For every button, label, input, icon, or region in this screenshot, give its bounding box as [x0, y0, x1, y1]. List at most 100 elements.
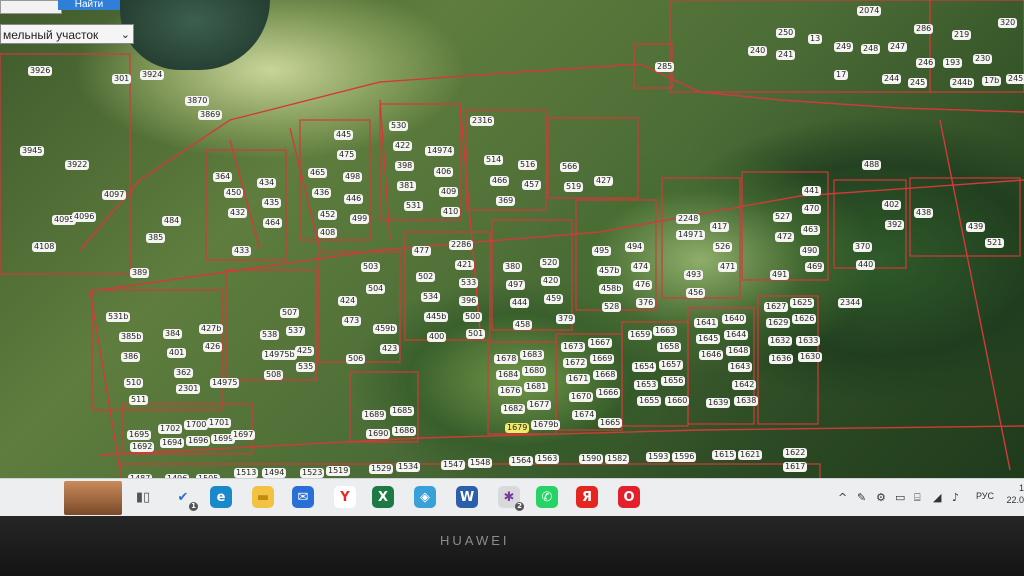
plot-number-label[interactable]: 406 [434, 167, 454, 177]
plot-number-label[interactable]: 1695 [127, 430, 152, 440]
plot-number-label[interactable]: 1672 [563, 358, 588, 368]
plot-number-label[interactable]: 1617 [783, 462, 808, 472]
plot-number-label[interactable]: 538 [260, 330, 280, 340]
plot-number-label[interactable]: 385b [119, 332, 144, 342]
plot-number-label[interactable]: 380 [503, 262, 523, 272]
plot-number-label[interactable]: 528 [602, 302, 622, 312]
edge-icon[interactable]: e [210, 486, 232, 508]
plot-number-label[interactable]: 1668 [593, 370, 618, 380]
plot-number-label[interactable]: 1665 [598, 418, 623, 428]
plot-number-label[interactable]: 1548 [468, 458, 493, 468]
plot-number-label[interactable]: 1685 [390, 406, 415, 416]
plot-number-label[interactable]: 438 [914, 208, 934, 218]
plot-number-label[interactable]: 500 [463, 312, 483, 322]
plot-number-label[interactable]: 1683 [520, 350, 545, 360]
plot-number-label[interactable]: 527 [773, 212, 793, 222]
plot-number-label[interactable]: 1564 [509, 456, 534, 466]
plot-number-label[interactable]: 1646 [699, 350, 724, 360]
tray-icon[interactable]: ✎ [857, 491, 866, 504]
plot-number-label[interactable]: 1590 [579, 454, 604, 464]
plot-number-label[interactable]: 1633 [796, 336, 821, 346]
plot-number-label[interactable]: 230 [973, 54, 993, 64]
plot-number-label[interactable]: 400 [427, 332, 447, 342]
plot-number-label[interactable]: 389 [130, 268, 150, 278]
plot-number-label[interactable]: 1596 [672, 452, 697, 462]
plot-number-label[interactable]: 1641 [694, 318, 719, 328]
tray-icon[interactable]: ◢ [933, 491, 941, 504]
plot-number-label[interactable]: 3869 [198, 110, 223, 120]
plot-number-label[interactable]: 440 [856, 260, 876, 270]
plot-number-label[interactable]: 245 [908, 78, 928, 88]
plot-number-label[interactable]: 484 [162, 216, 182, 226]
language-indicator[interactable]: РУС [976, 491, 994, 501]
plot-number-label[interactable]: 410 [441, 207, 461, 217]
plot-number-label[interactable]: 1679 [505, 423, 530, 433]
plot-number-label[interactable]: 1563 [535, 454, 560, 464]
plot-number-label[interactable]: 466 [490, 176, 510, 186]
plot-number-label[interactable]: 3924 [140, 70, 165, 80]
plot-number-label[interactable]: 450 [224, 188, 244, 198]
plot-number-label[interactable]: 1690 [366, 429, 391, 439]
plot-number-label[interactable]: 464 [263, 218, 283, 228]
plot-number-label[interactable]: 459 [544, 294, 564, 304]
plot-number-label[interactable]: 385 [146, 233, 166, 243]
plot-number-label[interactable]: 1674 [572, 410, 597, 420]
plot-number-label[interactable]: 1636 [769, 354, 794, 364]
plot-number-label[interactable]: 1660 [665, 396, 690, 406]
plot-number-label[interactable]: 530 [389, 121, 409, 131]
plot-number-label[interactable]: 1642 [732, 380, 757, 390]
plot-number-label[interactable]: 516 [518, 160, 538, 170]
plot-number-label[interactable]: 471 [718, 262, 738, 272]
plot-number-label[interactable]: 488 [862, 160, 882, 170]
plot-number-label[interactable]: 1684 [496, 370, 521, 380]
plot-number-label[interactable]: 476 [633, 280, 653, 290]
plot-number-label[interactable]: 473 [342, 316, 362, 326]
mail-icon[interactable]: ✉ [292, 486, 314, 508]
plot-number-label[interactable]: 446 [344, 194, 364, 204]
plot-number-label[interactable]: 1658 [657, 342, 682, 352]
file-explorer-icon[interactable]: ▬ [252, 486, 274, 508]
plot-number-label[interactable]: 1582 [605, 454, 630, 464]
word-viewer-icon[interactable]: W [456, 486, 478, 508]
plot-number-label[interactable]: 474 [631, 262, 651, 272]
plot-number-label[interactable]: 490 [800, 246, 820, 256]
plot-number-label[interactable]: 398 [395, 161, 415, 171]
plot-number-label[interactable]: 1656 [661, 376, 686, 386]
plot-number-label[interactable]: 457 [522, 180, 542, 190]
plot-number-label[interactable]: 396 [459, 296, 479, 306]
plot-number-label[interactable]: 1677 [527, 400, 552, 410]
plot-number-label[interactable]: 1702 [158, 424, 183, 434]
plot-number-label[interactable]: 445 [334, 130, 354, 140]
plot-number-label[interactable]: 1621 [738, 450, 763, 460]
plot-number-label[interactable]: 427 [594, 176, 614, 186]
plot-number-label[interactable]: 511 [129, 395, 149, 405]
plot-number-label[interactable]: 458 [513, 320, 533, 330]
plot-number-label[interactable]: 1653 [634, 380, 659, 390]
plot-number-label[interactable]: 1655 [637, 396, 662, 406]
plot-number-label[interactable]: 1638 [734, 396, 759, 406]
plot-number-label[interactable]: 470 [802, 204, 822, 214]
plot-number-label[interactable]: 477 [412, 246, 432, 256]
plot-number-label[interactable]: 507 [280, 308, 300, 318]
plot-number-label[interactable]: 247 [888, 42, 908, 52]
plot-number-label[interactable]: 364 [213, 172, 233, 182]
yandex-icon[interactable]: Я [576, 486, 598, 508]
plot-number-label[interactable]: 1682 [501, 404, 526, 414]
plot-number-label[interactable]: 1692 [130, 442, 155, 452]
plot-number-label[interactable]: 320 [998, 18, 1018, 28]
plot-number-label[interactable]: 14974 [425, 146, 455, 156]
plot-number-label[interactable]: 417 [710, 222, 730, 232]
plot-number-label[interactable]: 1673 [561, 342, 586, 352]
plot-number-label[interactable]: 1659 [628, 330, 653, 340]
plot-number-label[interactable]: 475 [337, 150, 357, 160]
plot-number-label[interactable]: 17b [982, 76, 1002, 86]
plot-number-label[interactable]: 2316 [470, 116, 495, 126]
plot-number-label[interactable]: 1679b [531, 420, 561, 430]
plot-number-label[interactable]: 1626 [792, 314, 817, 324]
plot-number-label[interactable]: 1622 [783, 448, 808, 458]
plot-number-label[interactable]: 504 [366, 284, 386, 294]
plot-number-label[interactable]: 423 [380, 344, 400, 354]
plot-number-label[interactable]: 493 [684, 270, 704, 280]
search-input[interactable] [0, 0, 62, 14]
plot-number-label[interactable]: 1701 [207, 418, 232, 428]
